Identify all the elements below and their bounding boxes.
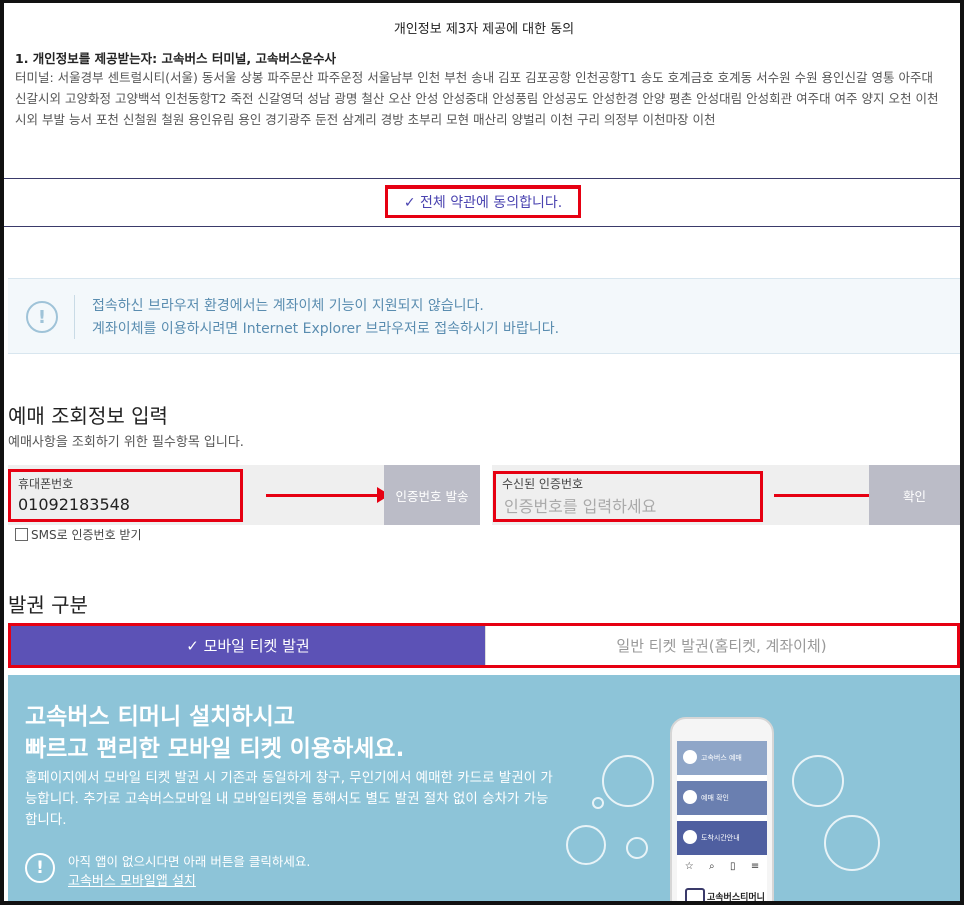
- agree-bar: ✓ 전체 약관에 동의합니다.: [4, 178, 960, 227]
- promo-body: 홈페이지에서 모바일 티켓 발권 시 기존과 동일하게 창구, 무인기에서 예매…: [25, 770, 553, 828]
- phone-highlight: [8, 469, 243, 522]
- exclamation-icon: !: [26, 301, 58, 333]
- confirm-button[interactable]: 확인: [869, 465, 960, 525]
- phone-menu-item: 예매 확인: [677, 781, 767, 815]
- list-icon: ≡: [750, 861, 760, 872]
- search-icon: ⌕: [709, 861, 715, 872]
- page-frame: 개인정보 제3자 제공에 대한 동의 1. 개인정보를 제공받는자: 고속버스 …: [0, 0, 964, 905]
- sms-label: SMS로 인증번호 받기: [31, 528, 142, 542]
- arrow-right-icon: [266, 487, 390, 503]
- issue-title: 발권 구분: [8, 593, 88, 617]
- sms-option[interactable]: SMS로 인증번호 받기: [15, 526, 142, 543]
- install-app-link[interactable]: 고속버스 모바일앱 설치: [68, 870, 196, 889]
- sms-checkbox[interactable]: [15, 528, 28, 541]
- bus-icon: [792, 755, 844, 807]
- notice-line-1: 접속하신 브라우저 환경에서는 계좌이체 기능이 지원되지 않습니다.: [92, 298, 484, 314]
- divider: [74, 295, 75, 339]
- phone-tab-bar: ☆ ⌕ ▯ ≡: [677, 861, 767, 879]
- tab-general-ticket[interactable]: 일반 티켓 발권(홈티켓, 계좌이체): [485, 626, 957, 665]
- phone-mockup: 고속버스 예매 예매 확인 도착시간안내 ☆ ⌕ ▯ ≡ 고속버스티머니: [670, 717, 774, 901]
- code-highlight: [493, 471, 763, 522]
- promo-headline-1: 고속버스 티머니 설치하시고: [25, 704, 295, 730]
- star-icon: ☆: [684, 861, 694, 872]
- consent-section: 개인정보 제3자 제공에 대한 동의 1. 개인정보를 제공받는자: 고속버스 …: [8, 3, 960, 179]
- exclamation-icon: !: [25, 853, 55, 883]
- lookup-desc: 예매사항을 조회하기 위한 필수항목 입니다.: [8, 435, 244, 450]
- agree-all-button[interactable]: ✓ 전체 약관에 동의합니다.: [385, 186, 581, 218]
- phone-screen: 고속버스 예매 예매 확인 도착시간안내 ☆ ⌕ ▯ ≡ 고속버스티머니: [677, 741, 767, 901]
- ticket-type-tabs: ✓ 모바일 티켓 발권 일반 티켓 발권(홈티켓, 계좌이체): [8, 623, 960, 668]
- book-icon: ▯: [730, 861, 736, 872]
- browser-notice: ! 접속하신 브라우저 환경에서는 계좌이체 기능이 지원되지 않습니다. 계좌…: [8, 278, 960, 354]
- person-icon: [566, 825, 606, 865]
- bus-side-icon: [824, 815, 880, 871]
- phone-brand: 고속버스티머니: [677, 881, 767, 901]
- promo-note: 아직 앱이 없으시다면 아래 버튼을 클릭하세요.: [68, 854, 311, 869]
- promo-headline-2: 빠르고 편리한 모바일 티켓 이용하세요.: [25, 736, 405, 762]
- notice-line-2: 계좌이체를 이용하시려면 Internet Explorer 브라우저로 접속하…: [92, 321, 560, 337]
- circle-decoration: [592, 797, 604, 809]
- phone-menu-item: 고속버스 예매: [677, 741, 767, 775]
- tab-mobile-ticket[interactable]: ✓ 모바일 티켓 발권: [11, 626, 485, 665]
- phone-menu-item: 도착시간안내: [677, 821, 767, 855]
- promo-banner: 고속버스 티머니 설치하시고 빠르고 편리한 모바일 티켓 이용하세요. 홈페이…: [8, 675, 960, 901]
- consent-body: 터미널: 서울경부 센트럴시티(서울) 동서울 상봉 파주문산 파주운정 서울남…: [15, 70, 939, 127]
- consent-subtitle: 1. 개인정보를 제공받는자: 고속버스 터미널, 고속버스운수사: [15, 51, 336, 66]
- arrow-right-icon: [774, 487, 894, 503]
- ticket-check-icon: [602, 755, 654, 807]
- lookup-title: 예매 조회정보 입력: [8, 404, 168, 428]
- consent-title: 개인정보 제3자 제공에 대한 동의: [393, 22, 575, 37]
- send-code-button[interactable]: 인증번호 발송: [384, 465, 480, 525]
- circle-decoration: [626, 837, 648, 859]
